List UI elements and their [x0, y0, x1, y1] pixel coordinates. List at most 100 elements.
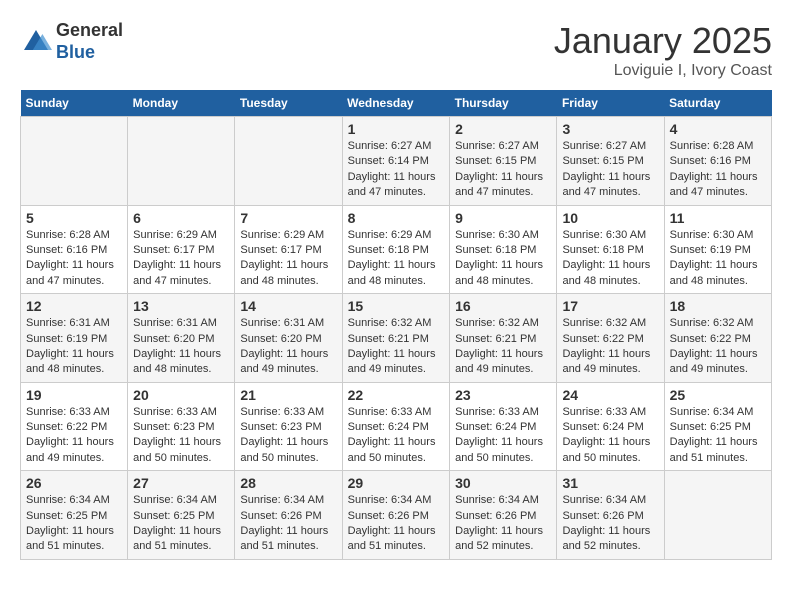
- day-cell-16: 16Sunrise: 6:32 AM Sunset: 6:21 PM Dayli…: [450, 294, 557, 383]
- day-cell-17: 17 Sunrise: 6:32 AM Sunset: 6:22 PM Dayli…: [557, 294, 664, 383]
- day-cell-28: 28 Sunrise: 6:34 AM Sunset: 6:26 PM Dayli…: [235, 471, 342, 560]
- empty-cell: [128, 117, 235, 206]
- logo-blue-text: Blue: [56, 42, 95, 62]
- day-info: Sunrise: 6:27 AM Sunset: 6:15 PM Dayligh…: [562, 139, 658, 201]
- day-number: 30: [455, 475, 551, 491]
- day-number: 27: [133, 475, 229, 491]
- day-info: Sunrise: 6:34 AM Sunset: 6:25 PM Dayligh…: [133, 493, 229, 555]
- empty-cell: [235, 117, 342, 206]
- day-info: Sunrise: 6:33 AM Sunset: 6:24 PM Dayligh…: [348, 405, 445, 467]
- day-info: Sunrise: 6:34 AM Sunset: 6:26 PM Dayligh…: [348, 493, 445, 555]
- week-row-1: 1Sunrise: 6:27 AM Sunset: 6:14 PM Daylig…: [21, 117, 772, 206]
- day-info: Sunrise: 6:29 AM Sunset: 6:17 PM Dayligh…: [133, 228, 229, 290]
- day-cell-2: 2Sunrise: 6:27 AM Sunset: 6:15 PM Daylig…: [450, 117, 557, 206]
- day-number: 23: [455, 387, 551, 403]
- day-info: Sunrise: 6:34 AM Sunset: 6:25 PM Dayligh…: [26, 493, 122, 555]
- day-number: 3: [562, 121, 658, 137]
- day-cell-19: 19 Sunrise: 6:33 AM Sunset: 6:22 PM Dayli…: [21, 382, 128, 471]
- day-info: Sunrise: 6:31 AM Sunset: 6:19 PM Dayligh…: [26, 316, 122, 378]
- day-cell-13: 13 Sunrise: 6:31 AM Sunset: 6:20 PM Dayli…: [128, 294, 235, 383]
- day-info: Sunrise: 6:30 AM Sunset: 6:18 PM Dayligh…: [455, 228, 551, 290]
- page-header: General Blue January 2025 Loviguie I, Iv…: [20, 20, 772, 80]
- day-cell-9: 9 Sunrise: 6:30 AM Sunset: 6:18 PM Daylig…: [450, 205, 557, 294]
- day-cell-25: 25Sunrise: 6:34 AM Sunset: 6:25 PM Dayli…: [664, 382, 771, 471]
- day-number: 26: [26, 475, 122, 491]
- week-row-5: 26 Sunrise: 6:34 AM Sunset: 6:25 PM Dayli…: [21, 471, 772, 560]
- day-cell-22: 22 Sunrise: 6:33 AM Sunset: 6:24 PM Dayli…: [342, 382, 450, 471]
- day-info: Sunrise: 6:31 AM Sunset: 6:20 PM Dayligh…: [133, 316, 229, 378]
- day-cell-4: 4 Sunrise: 6:28 AM Sunset: 6:16 PM Daylig…: [664, 117, 771, 206]
- day-cell-18: 18 Sunrise: 6:32 AM Sunset: 6:22 PM Dayli…: [664, 294, 771, 383]
- day-cell-29: 29 Sunrise: 6:34 AM Sunset: 6:26 PM Dayli…: [342, 471, 450, 560]
- day-number: 13: [133, 298, 229, 314]
- calendar-header-row: SundayMondayTuesdayWednesdayThursdayFrid…: [21, 90, 772, 117]
- day-cell-21: 21Sunrise: 6:33 AM Sunset: 6:23 PM Dayli…: [235, 382, 342, 471]
- day-info: Sunrise: 6:28 AM Sunset: 6:16 PM Dayligh…: [670, 139, 766, 201]
- day-cell-15: 15 Sunrise: 6:32 AM Sunset: 6:21 PM Dayli…: [342, 294, 450, 383]
- day-info: Sunrise: 6:32 AM Sunset: 6:22 PM Dayligh…: [562, 316, 658, 378]
- day-number: 5: [26, 210, 122, 226]
- day-cell-20: 20 Sunrise: 6:33 AM Sunset: 6:23 PM Dayli…: [128, 382, 235, 471]
- day-info: Sunrise: 6:33 AM Sunset: 6:24 PM Dayligh…: [562, 405, 658, 467]
- day-info: Sunrise: 6:34 AM Sunset: 6:26 PM Dayligh…: [240, 493, 336, 555]
- day-number: 1: [348, 121, 445, 137]
- day-number: 7: [240, 210, 336, 226]
- day-info: Sunrise: 6:29 AM Sunset: 6:18 PM Dayligh…: [348, 228, 445, 290]
- day-number: 17: [562, 298, 658, 314]
- day-cell-26: 26 Sunrise: 6:34 AM Sunset: 6:25 PM Dayli…: [21, 471, 128, 560]
- day-number: 31: [562, 475, 658, 491]
- day-number: 15: [348, 298, 445, 314]
- day-info: Sunrise: 6:32 AM Sunset: 6:21 PM Dayligh…: [348, 316, 445, 378]
- day-number: 4: [670, 121, 766, 137]
- logo: General Blue: [20, 20, 123, 63]
- day-number: 24: [562, 387, 658, 403]
- day-cell-6: 6Sunrise: 6:29 AM Sunset: 6:17 PM Daylig…: [128, 205, 235, 294]
- logo-icon: [20, 26, 52, 58]
- day-info: Sunrise: 6:31 AM Sunset: 6:20 PM Dayligh…: [240, 316, 336, 378]
- empty-cell: [664, 471, 771, 560]
- day-number: 20: [133, 387, 229, 403]
- day-number: 9: [455, 210, 551, 226]
- week-row-3: 12 Sunrise: 6:31 AM Sunset: 6:19 PM Dayli…: [21, 294, 772, 383]
- day-number: 19: [26, 387, 122, 403]
- day-cell-31: 31Sunrise: 6:34 AM Sunset: 6:26 PM Dayli…: [557, 471, 664, 560]
- day-cell-5: 5 Sunrise: 6:28 AM Sunset: 6:16 PM Daylig…: [21, 205, 128, 294]
- day-number: 29: [348, 475, 445, 491]
- day-info: Sunrise: 6:32 AM Sunset: 6:21 PM Dayligh…: [455, 316, 551, 378]
- day-number: 28: [240, 475, 336, 491]
- day-cell-10: 10Sunrise: 6:30 AM Sunset: 6:18 PM Dayli…: [557, 205, 664, 294]
- day-info: Sunrise: 6:32 AM Sunset: 6:22 PM Dayligh…: [670, 316, 766, 378]
- day-number: 12: [26, 298, 122, 314]
- logo-general-text: General: [56, 20, 123, 40]
- day-info: Sunrise: 6:33 AM Sunset: 6:23 PM Dayligh…: [240, 405, 336, 467]
- day-info: Sunrise: 6:33 AM Sunset: 6:23 PM Dayligh…: [133, 405, 229, 467]
- day-number: 10: [562, 210, 658, 226]
- day-info: Sunrise: 6:29 AM Sunset: 6:17 PM Dayligh…: [240, 228, 336, 290]
- day-number: 14: [240, 298, 336, 314]
- day-number: 2: [455, 121, 551, 137]
- day-info: Sunrise: 6:28 AM Sunset: 6:16 PM Dayligh…: [26, 228, 122, 290]
- day-info: Sunrise: 6:33 AM Sunset: 6:24 PM Dayligh…: [455, 405, 551, 467]
- header-monday: Monday: [128, 90, 235, 117]
- day-info: Sunrise: 6:30 AM Sunset: 6:19 PM Dayligh…: [670, 228, 766, 290]
- header-sunday: Sunday: [21, 90, 128, 117]
- header-thursday: Thursday: [450, 90, 557, 117]
- header-wednesday: Wednesday: [342, 90, 450, 117]
- day-cell-7: 7 Sunrise: 6:29 AM Sunset: 6:17 PM Daylig…: [235, 205, 342, 294]
- header-tuesday: Tuesday: [235, 90, 342, 117]
- day-cell-27: 27 Sunrise: 6:34 AM Sunset: 6:25 PM Dayli…: [128, 471, 235, 560]
- day-cell-3: 3 Sunrise: 6:27 AM Sunset: 6:15 PM Daylig…: [557, 117, 664, 206]
- day-number: 18: [670, 298, 766, 314]
- day-cell-24: 24 Sunrise: 6:33 AM Sunset: 6:24 PM Dayli…: [557, 382, 664, 471]
- day-cell-12: 12 Sunrise: 6:31 AM Sunset: 6:19 PM Dayli…: [21, 294, 128, 383]
- day-info: Sunrise: 6:33 AM Sunset: 6:22 PM Dayligh…: [26, 405, 122, 467]
- empty-cell: [21, 117, 128, 206]
- day-cell-14: 14 Sunrise: 6:31 AM Sunset: 6:20 PM Dayli…: [235, 294, 342, 383]
- day-cell-23: 23 Sunrise: 6:33 AM Sunset: 6:24 PM Dayli…: [450, 382, 557, 471]
- header-friday: Friday: [557, 90, 664, 117]
- day-number: 22: [348, 387, 445, 403]
- month-title: January 2025: [554, 20, 772, 62]
- day-number: 25: [670, 387, 766, 403]
- title-block: January 2025 Loviguie I, Ivory Coast: [554, 20, 772, 80]
- day-cell-11: 11Sunrise: 6:30 AM Sunset: 6:19 PM Dayli…: [664, 205, 771, 294]
